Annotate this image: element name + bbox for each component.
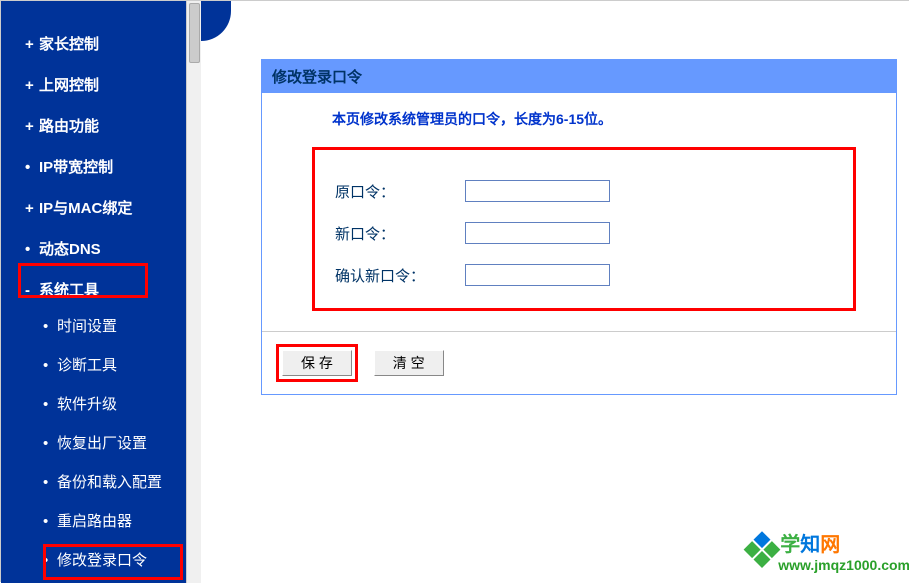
clear-button[interactable]: 清 空 [374,350,444,376]
sidebar-sub-password[interactable]: •修改登录口令 [43,540,186,579]
watermark-brand: 学知网 [780,528,909,557]
sidebar-submenu: •时间设置 •诊断工具 •软件升级 •恢复出厂设置 •备份和载入配置 •重启路由… [25,306,186,579]
new-password-input[interactable] [465,222,610,244]
panel-footer: 保 存 清 空 [262,331,896,394]
sidebar: +家长控制 +上网控制 +路由功能 •IP带宽控制 +IP与MAC绑定 •动态D… [1,1,201,583]
sidebar-sub-factory[interactable]: •恢复出厂设置 [43,423,186,462]
sidebar-item-systools[interactable]: -系统工具 •时间设置 •诊断工具 •软件升级 •恢复出厂设置 •备份和载入配置… [25,269,186,583]
sidebar-item-ddns[interactable]: •动态DNS [25,228,186,269]
confirm-password-label: 确认新口令： [335,265,465,286]
sidebar-menu: +家长控制 +上网控制 +路由功能 •IP带宽控制 +IP与MAC绑定 •动态D… [1,23,186,583]
main-content: 修改登录口令 本页修改系统管理员的口令，长度为6-15位。 原口令： 新口令： … [201,1,909,583]
sidebar-sub-time[interactable]: •时间设置 [43,306,186,345]
scrollbar-thumb[interactable] [189,3,200,63]
sidebar-sub-backup[interactable]: •备份和载入配置 [43,462,186,501]
save-button-highlight: 保 存 [276,344,358,382]
sidebar-sub-upgrade[interactable]: •软件升级 [43,384,186,423]
old-password-label: 原口令： [335,181,465,202]
sidebar-item-routing[interactable]: +路由功能 [25,105,186,146]
watermark-url: www.jmqz1000.com [778,557,909,573]
confirm-password-input[interactable] [465,264,610,286]
panel-title: 修改登录口令 [262,60,896,93]
form-highlight-box: 原口令： 新口令： 确认新口令： [312,147,856,311]
password-panel: 修改登录口令 本页修改系统管理员的口令，长度为6-15位。 原口令： 新口令： … [261,59,897,395]
watermark-icon [742,531,782,571]
sidebar-item-access[interactable]: +上网控制 [25,64,186,105]
sidebar-sub-diag[interactable]: •诊断工具 [43,345,186,384]
sidebar-item-parental[interactable]: +家长控制 [25,23,186,64]
save-button[interactable]: 保 存 [282,350,352,376]
panel-description: 本页修改系统管理员的口令，长度为6-15位。 [272,109,886,129]
sidebar-sub-reboot[interactable]: •重启路由器 [43,501,186,540]
sidebar-item-bandwidth[interactable]: •IP带宽控制 [25,146,186,187]
tab-curve-decoration [201,1,231,41]
sidebar-scrollbar[interactable] [186,1,201,583]
old-password-input[interactable] [465,180,610,202]
sidebar-item-ipmac[interactable]: +IP与MAC绑定 [25,187,186,228]
new-password-label: 新口令： [335,223,465,244]
watermark: 学知网 www.jmqz1000.com [748,528,909,573]
